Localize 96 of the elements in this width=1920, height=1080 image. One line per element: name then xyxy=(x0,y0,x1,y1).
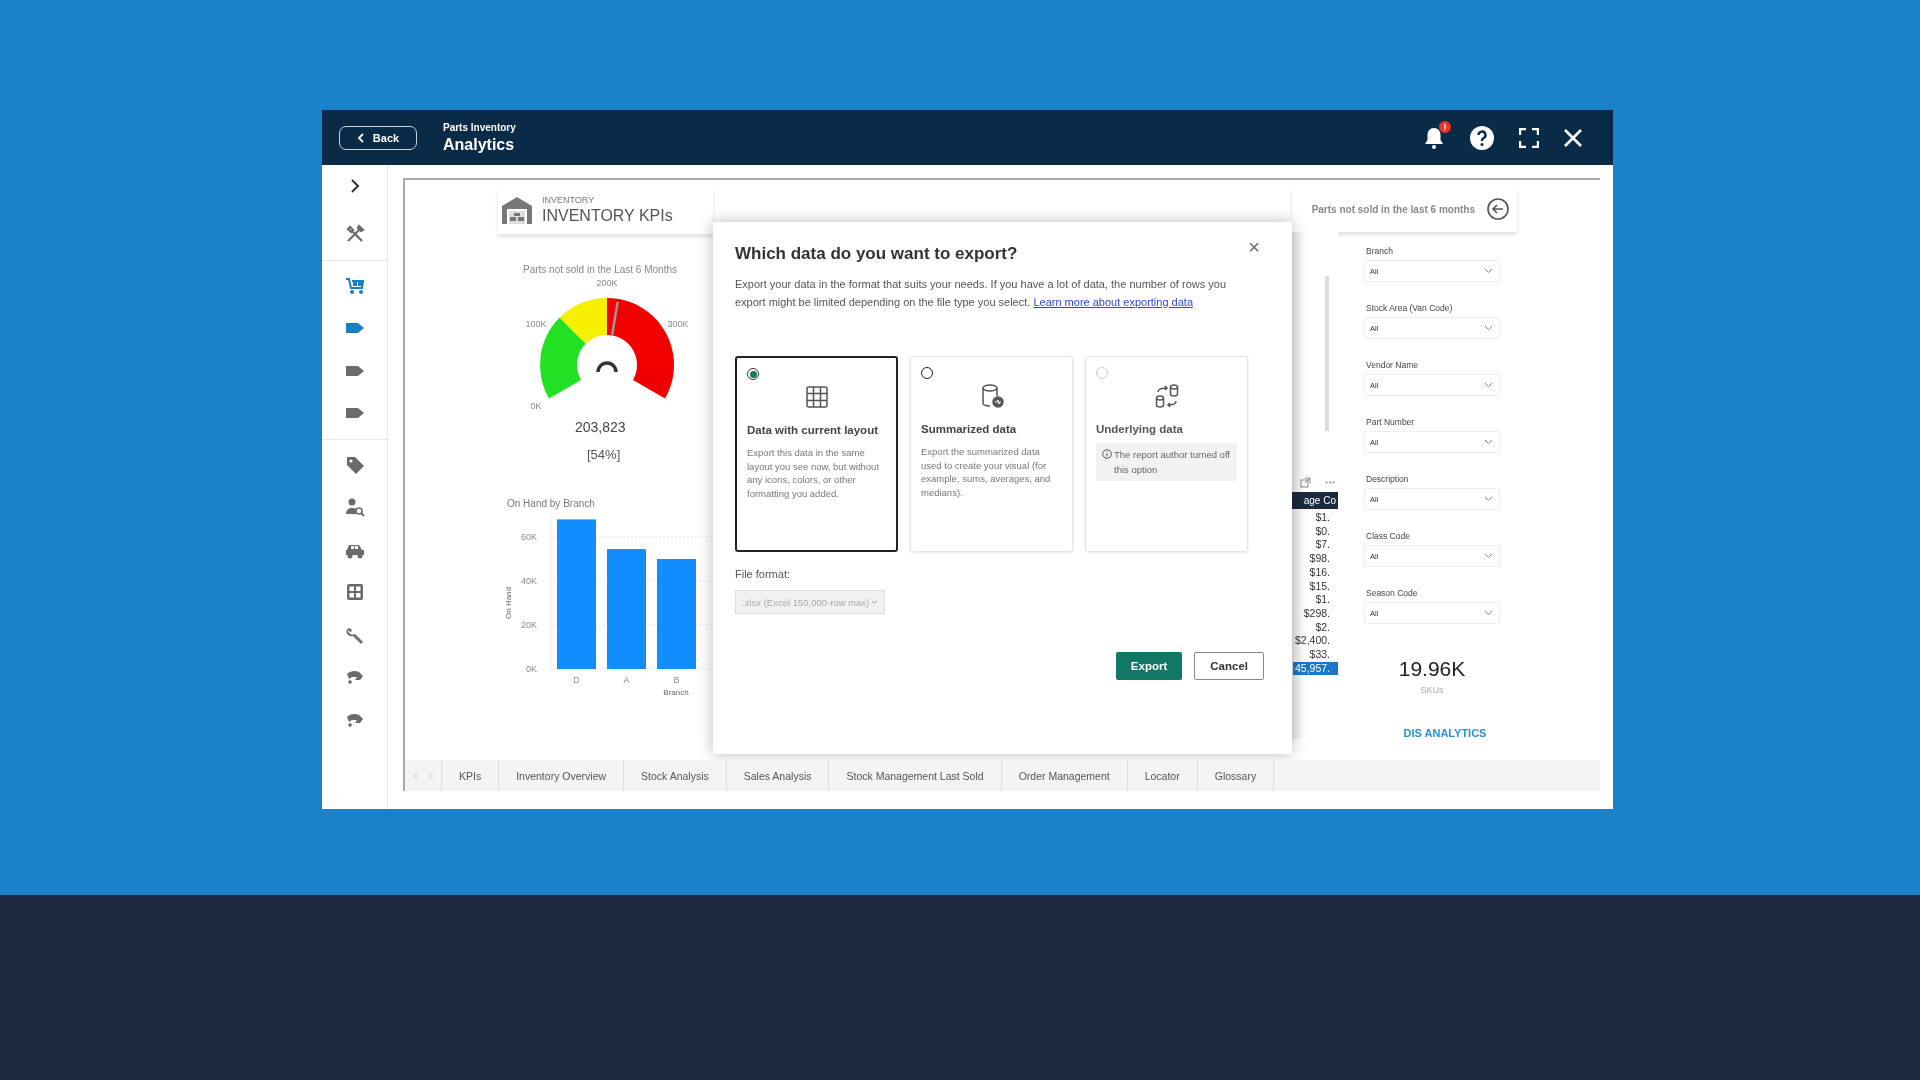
chart-title: On Hand by Branch xyxy=(507,498,595,509)
option-card[interactable]: Summarized data Export the summarized data used to create your visual (for example, sums, averages, and medians). xyxy=(910,356,1073,552)
report-title: INVENTORY KPIs xyxy=(542,207,673,225)
close-button[interactable] xyxy=(1563,127,1583,148)
option-description: Export the summarized data used to create your visual (for example, sums, averages, and medians). xyxy=(921,445,1052,499)
help-button[interactable] xyxy=(1469,124,1495,151)
axis-title: Branch xyxy=(663,688,689,697)
caret-icon xyxy=(871,599,878,605)
caret-icon xyxy=(1484,268,1493,274)
back-button[interactable]: Back xyxy=(339,125,417,150)
tick-label: 200K xyxy=(596,278,618,288)
tick-label: B xyxy=(673,675,680,685)
field-label: File format: xyxy=(735,568,791,580)
tick-label: 0K xyxy=(526,664,537,674)
option-title: Summarized data xyxy=(921,423,1018,435)
page-tab[interactable]: Sales Analysis xyxy=(726,760,830,791)
tick-label: 20K xyxy=(521,620,537,630)
gauge-hub-icon xyxy=(596,361,618,373)
gauge-value: 203,823 xyxy=(575,419,626,435)
table-cell-text: $15. xyxy=(1309,579,1331,594)
tick-label: D xyxy=(573,675,580,685)
tick-label: 60K xyxy=(521,532,537,542)
filter-label: Season Code xyxy=(1366,588,1419,598)
notification-badge: ! xyxy=(1439,120,1451,133)
brand-text: DIS ANALYTICS xyxy=(1403,727,1487,739)
notifications-button[interactable] xyxy=(1423,125,1445,150)
focus-mode-icon[interactable] xyxy=(1300,477,1311,488)
cart-icon[interactable] xyxy=(344,275,365,296)
page-title: Analytics xyxy=(443,135,516,154)
learn-more-link[interactable]: Learn more about exporting data xyxy=(1033,295,1193,308)
page-subtitle: Parts Inventory xyxy=(443,121,516,133)
expand-icon[interactable] xyxy=(349,179,360,193)
table-cell-text: $298. xyxy=(1303,606,1331,621)
page-tab[interactable]: Glossary xyxy=(1197,760,1275,791)
page-tab[interactable]: Stock Analysis xyxy=(624,760,727,791)
tick-label: 100K xyxy=(525,319,547,329)
table-cell-text: $16. xyxy=(1309,565,1331,580)
option-title: Data with current layout xyxy=(747,424,879,436)
page-tab[interactable]: Inventory Overview xyxy=(499,760,625,791)
info-icon xyxy=(1102,449,1112,459)
page-tab[interactable]: Order Management xyxy=(1001,760,1128,791)
table-cell-text: $1. xyxy=(1315,511,1331,525)
option-title: Underlying data xyxy=(1096,423,1184,435)
tag-icon[interactable] xyxy=(344,454,365,475)
filter-label: Stock Area (Van Code) xyxy=(1366,303,1454,313)
table-cell-text: $98. xyxy=(1309,552,1331,566)
option-description: Export this data in the same layout you see now, but without any icons, colors, or other formatting you added. xyxy=(747,446,881,500)
table-cell-text: $2,400. xyxy=(1294,634,1331,649)
caret-icon xyxy=(1484,382,1493,388)
option-card[interactable]: Data with current layout Export this data in the same layout you see now, but without any icons, colors, or other formatting you added. xyxy=(735,356,898,552)
page-tab[interactable]: Stock Management Last Sold xyxy=(829,760,1002,791)
table-cell-text: $1. xyxy=(1315,593,1331,607)
caret-icon xyxy=(1484,553,1493,559)
caret-icon xyxy=(1484,496,1493,502)
filter-label: Part Number xyxy=(1366,417,1416,427)
card-title: Parts not sold in the last 6 months xyxy=(1311,203,1475,215)
export-button[interactable]: Export xyxy=(1115,652,1183,680)
caret-icon xyxy=(1484,439,1493,445)
table-cell-text: $2. xyxy=(1315,620,1331,635)
column-header: age Co xyxy=(1292,492,1338,509)
tick-label: 40K xyxy=(521,576,537,586)
gauge-title: Parts not sold in the Last 6 Months xyxy=(523,264,677,275)
page-tab[interactable]: KPIs xyxy=(442,760,500,791)
table-cell-text: $7. xyxy=(1315,538,1331,553)
dialog-description: Export your data in the format that suits your needs. If you have a lot of data, the number of rows you export might be limited depending on the file type you select. Learn more about exporting data xyxy=(735,277,1227,310)
kpi-label: SKUs xyxy=(1420,685,1444,695)
table-icon xyxy=(803,384,830,410)
filter-label: Description xyxy=(1366,474,1410,484)
tick-label: 300K xyxy=(667,319,689,329)
filter-label: Branch xyxy=(1366,246,1394,256)
note-text: The report author turned off this option xyxy=(1114,448,1231,477)
close-button[interactable]: × xyxy=(1248,238,1260,256)
caret-icon xyxy=(1484,610,1493,616)
fullscreen-button[interactable] xyxy=(1519,127,1539,148)
total-cell: 45,957. xyxy=(1292,661,1338,676)
filter-label: Class Code xyxy=(1366,531,1411,541)
grid-icon[interactable] xyxy=(344,582,365,603)
scrollbar[interactable] xyxy=(1325,276,1329,431)
gauge-percent: [54%] xyxy=(587,447,621,462)
user-search-icon[interactable] xyxy=(344,497,365,518)
table-cell-text: $0. xyxy=(1315,524,1331,539)
database-transfer-icon xyxy=(1153,383,1180,409)
filter-label: Vendor Name xyxy=(1366,360,1419,370)
more-options-icon[interactable] xyxy=(1325,481,1335,484)
kpi-value: 19.96K xyxy=(1398,657,1466,681)
table-cell-text: $33. xyxy=(1309,648,1331,662)
chevron-left-icon xyxy=(356,132,365,143)
report-overline: INVENTORY xyxy=(542,195,596,205)
caret-icon xyxy=(1484,325,1493,331)
tick-label: A xyxy=(623,675,630,685)
dialog-title: Which data do you want to export? xyxy=(735,244,1018,264)
axis-title: On Hand xyxy=(504,587,513,619)
page-tab[interactable]: Locator xyxy=(1127,760,1198,791)
tick-label: 0K xyxy=(530,401,542,411)
cancel-button[interactable]: Cancel xyxy=(1194,652,1264,680)
warehouse-icon xyxy=(500,195,534,225)
